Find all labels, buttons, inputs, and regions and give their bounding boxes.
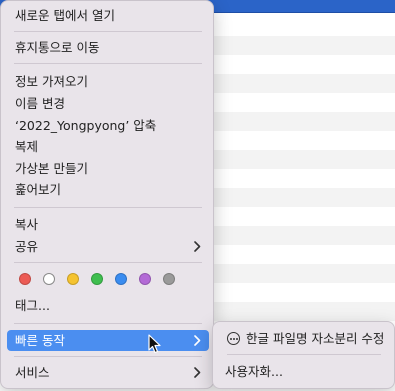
quick-actions-submenu: 한글 파일명 자소분리 수정 사용자화... <box>212 321 395 389</box>
menu-item-tags[interactable]: 태그... <box>7 295 209 316</box>
file-list-row <box>200 226 395 245</box>
tag-yellow-dot[interactable] <box>67 273 79 285</box>
tag-gray-dot[interactable] <box>163 273 175 285</box>
menu-item-quick-actions[interactable]: 빠른 동작 <box>7 330 209 351</box>
menu-item-make-alias[interactable]: 가상본 만들기 <box>7 158 209 179</box>
chevron-right-icon <box>193 362 203 383</box>
menu-separator <box>14 323 202 324</box>
menu-item-get-info[interactable]: 정보 가져오기 <box>7 71 209 92</box>
menu-item-duplicate[interactable]: 복제 <box>7 136 209 157</box>
chevron-right-icon <box>193 236 203 257</box>
submenu-separator <box>227 354 381 355</box>
menu-separator <box>14 262 202 263</box>
tag-purple-dot[interactable] <box>139 273 151 285</box>
menu-item-share[interactable]: 공유 <box>7 236 209 257</box>
tag-red-dot[interactable] <box>19 273 31 285</box>
file-list-row <box>200 74 395 93</box>
file-list-row <box>200 264 395 283</box>
menu-separator <box>14 31 202 32</box>
menu-item-rename[interactable]: 이름 변경 <box>7 93 209 114</box>
tag-green-dot[interactable] <box>91 273 103 285</box>
file-list-row <box>200 302 395 321</box>
submenu-item-label: 한글 파일명 자소분리 수정 <box>246 331 385 346</box>
file-list-row <box>200 188 395 207</box>
menu-item-services[interactable]: 서비스 <box>7 362 209 383</box>
menu-item-label: 서비스 <box>15 365 50 380</box>
menu-item-move-to-trash[interactable]: 휴지통으로 이동 <box>7 37 209 58</box>
chevron-right-icon <box>193 330 203 351</box>
submenu-item-customize[interactable]: 사용자화... <box>225 361 283 383</box>
tag-none-dot[interactable] <box>43 273 55 285</box>
ellipsis-circle-icon <box>227 332 240 345</box>
menu-item-label: 빠른 동작 <box>15 333 65 348</box>
tag-blue-dot[interactable] <box>115 273 127 285</box>
menu-separator <box>14 63 202 64</box>
menu-item-label: 공유 <box>15 239 39 254</box>
file-list-row <box>200 150 395 169</box>
context-menu: 새로운 탭에서 열기 휴지통으로 이동 정보 가져오기 이름 변경 ‘2022_… <box>0 0 214 389</box>
menu-item-copy[interactable]: 복사 <box>7 214 209 235</box>
menu-item-open-new-tab[interactable]: 새로운 탭에서 열기 <box>7 5 209 26</box>
menu-item-compress[interactable]: ‘2022_Yongpyong’ 압축 <box>7 115 209 136</box>
submenu-item-fix-hangul-filename[interactable]: 한글 파일명 자소분리 수정 <box>221 328 384 350</box>
file-list-row <box>200 112 395 131</box>
menu-item-quick-look[interactable]: 훑어보기 <box>7 179 209 200</box>
file-list-row <box>200 36 395 55</box>
mouse-pointer-icon <box>148 334 161 354</box>
menu-separator <box>14 356 202 357</box>
menu-separator <box>14 207 202 208</box>
